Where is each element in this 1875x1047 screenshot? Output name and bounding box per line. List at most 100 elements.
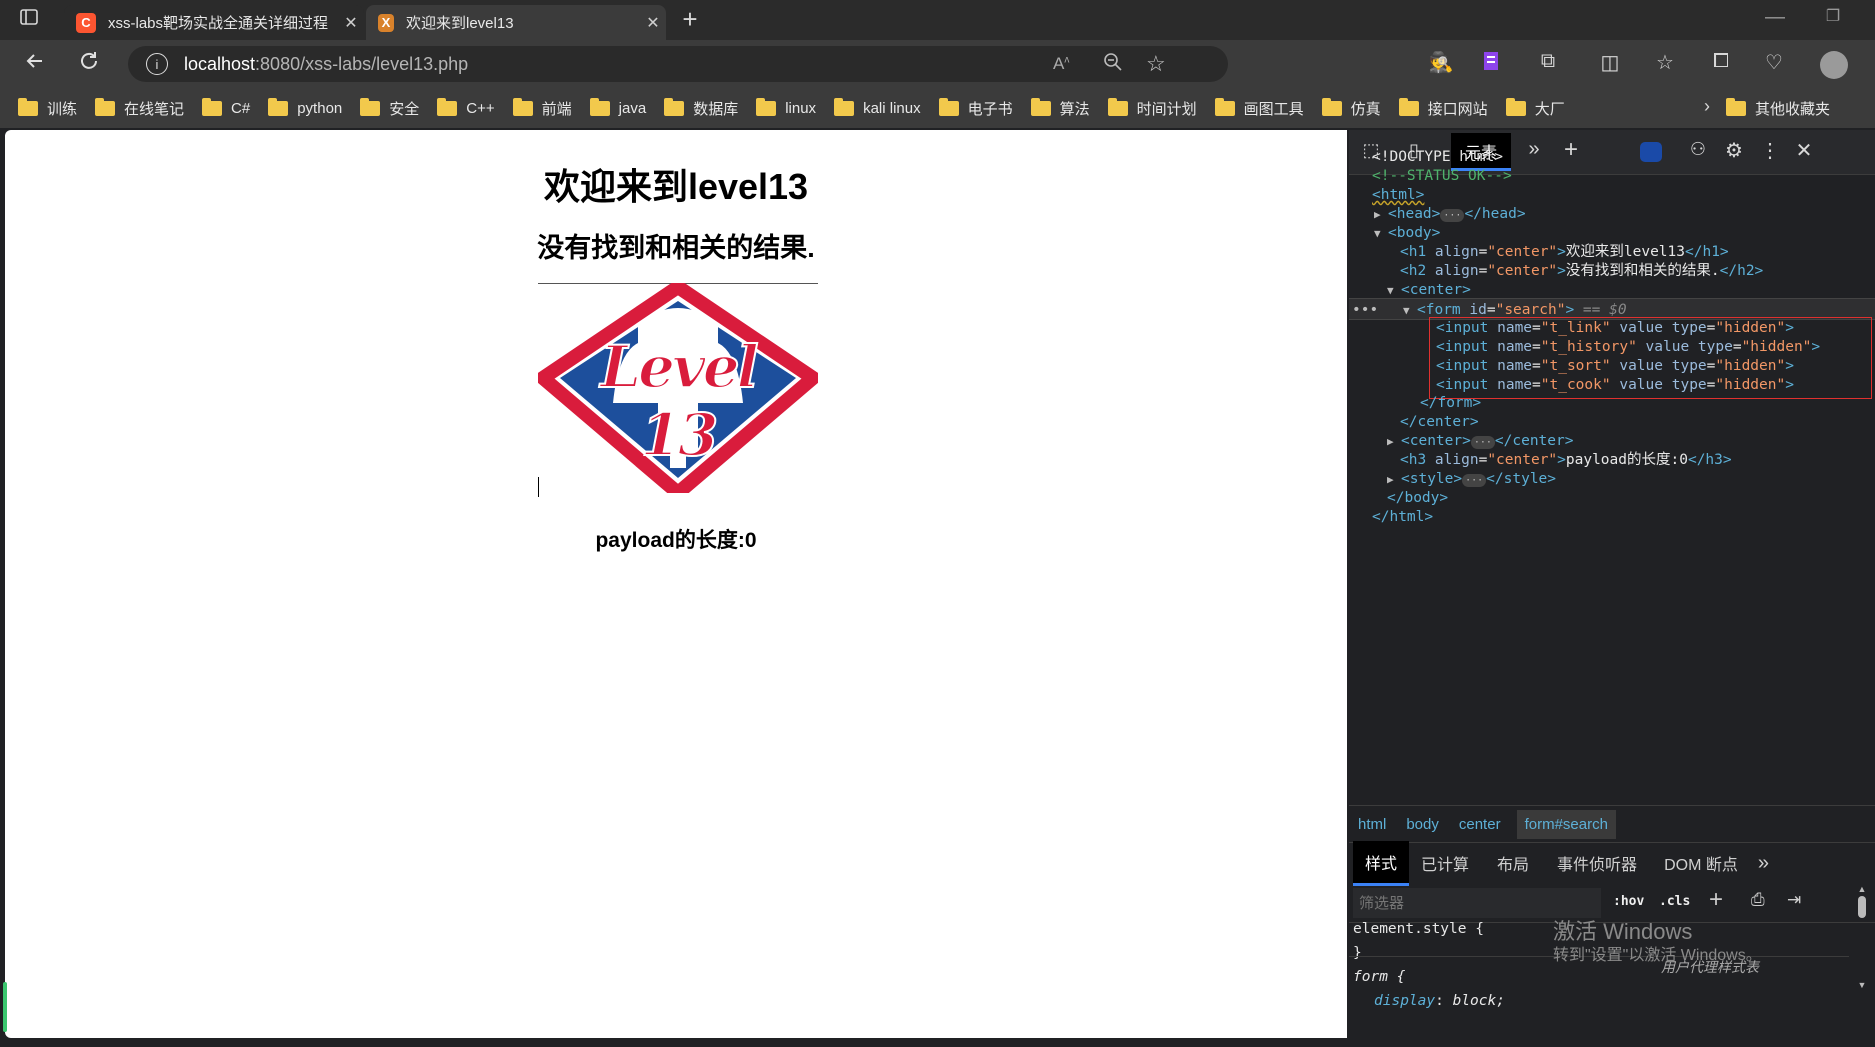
bookmark-folder[interactable]: 前端 [512,97,572,119]
extension-spy-icon[interactable]: 🕵 [1424,50,1458,75]
new-tab-icon[interactable]: + [673,4,707,35]
ellipsis-icon[interactable]: ··· [1462,474,1487,487]
page-heading-h3: payload的长度:0 [595,529,757,552]
styles-tabbar: 样式 已计算 布局 事件侦听器 DOM 断点 » [1349,840,1875,886]
tab-dom-breakpoints[interactable]: DOM 断点 [1664,851,1738,875]
zoom-icon[interactable] [1103,52,1123,77]
folder-icon [268,97,289,116]
tab-computed[interactable]: 已计算 [1421,851,1469,875]
close-tab-icon[interactable]: ✕ [338,13,364,33]
collections-icon[interactable]: ⧠ [1704,50,1738,73]
folder-icon [938,97,959,116]
tab-xss-labs[interactable]: C xss-labs靶场实战全通关详细过程 ✕ [64,5,364,40]
bookmark-folder[interactable]: 训练 [18,97,77,119]
scroll-indicator [3,982,7,1032]
folder-icon [1030,97,1051,116]
cls-toggle[interactable]: .cls [1659,894,1690,909]
page-heading-h1: 欢迎来到level13 [543,166,809,207]
tab-title: 欢迎来到level13 [406,15,514,32]
folder-icon [202,97,223,116]
folder-icon [589,97,610,116]
bookmark-folder[interactable]: 接口网站 [1398,97,1488,119]
text-caret [538,477,539,497]
bookmark-folder[interactable]: 数据库 [664,97,738,119]
bookmark-folder[interactable]: 安全 [360,97,419,119]
minimize-icon[interactable]: — [1758,6,1792,29]
breadcrumb-item[interactable]: body [1406,816,1439,833]
folder-icon [664,97,685,116]
folder-icon [1505,97,1526,116]
devtools-panel: ⬚ ▯ 元素 » + ⚇ ⚙ ⋮ ✕ <!DOCTYPE html> <!--S… [1349,130,1875,1047]
reload-icon[interactable] [72,50,106,78]
style-declaration[interactable]: display: block; [1349,990,1875,1012]
bookmark-folder[interactable]: C++ [437,97,495,117]
bookmark-folder[interactable]: linux [756,97,816,117]
restore-icon[interactable]: ❐ [1816,6,1850,26]
breadcrumb-item[interactable]: form#search [1516,809,1616,839]
performance-heart-icon[interactable]: ♡ [1757,50,1791,75]
new-rule-plus-icon[interactable]: + [1709,886,1723,914]
bookmark-folder[interactable]: 大厂 [1505,97,1565,119]
bookmark-folder[interactable]: kali linux [834,97,921,117]
bookmark-folder[interactable]: 在线笔记 [95,97,184,119]
tab-layout[interactable]: 布局 [1497,851,1529,875]
scroll-thumb[interactable] [1858,896,1866,918]
dom-html-close[interactable]: </html> [1349,506,1875,528]
bookmark-folder[interactable]: 画图工具 [1214,97,1304,119]
page-viewport: 欢迎来到level13 没有找到和相关的结果. Level 13 payload… [5,130,1347,1038]
tab-styles[interactable]: 样式 [1353,840,1410,886]
folder-icon [95,97,116,116]
highlight-box [1429,317,1872,399]
folder-icon [437,97,458,116]
breadcrumb-item[interactable]: html [1358,816,1386,833]
bookmarks-more-chevron-icon[interactable]: › [1690,96,1724,117]
ellipsis-icon[interactable]: ··· [1470,436,1495,449]
bookmark-other-folder[interactable]: 其他收藏夹 [1726,98,1830,119]
breadcrumb: html body center form#search [1349,805,1875,843]
csdn-favicon-icon: C [76,12,96,33]
address-bar[interactable]: i localhost:8080/xss-labs/level13.php Aʌ… [128,46,1228,82]
tab-actions-icon[interactable] [12,7,46,33]
folder-icon [1214,97,1235,116]
bookmarks-bar: 训练 在线笔记 C# python 安全 C++ 前端 java 数据库 lin… [0,88,1875,128]
scroll-down-arrow-icon[interactable]: ▼ [1855,980,1869,990]
folder-icon [1321,97,1342,116]
close-tab-icon[interactable]: ✕ [640,13,666,33]
xss-favicon-icon: X [378,13,394,32]
site-info-icon[interactable]: i [146,53,168,75]
style-rule-selector[interactable]: form { [1349,966,1875,988]
read-aloud-icon[interactable]: Aʌ [1053,54,1069,74]
logo-text: Level 13 [599,332,759,470]
hov-toggle[interactable]: :hov [1613,894,1644,909]
back-icon[interactable] [18,50,52,78]
profile-avatar[interactable] [1820,51,1848,79]
split-screen-icon[interactable]: ◫ [1593,50,1627,75]
bookmark-folder[interactable]: 仿真 [1321,97,1381,119]
toggle-sidebar-icon[interactable]: ⇥ [1787,890,1801,910]
tab-level13[interactable]: X 欢迎来到level13 ✕ [366,5,666,40]
bookmark-folder[interactable]: java [589,97,646,117]
bookmark-folder[interactable]: 时间计划 [1107,97,1197,119]
bookmark-folder[interactable]: python [268,97,342,117]
scroll-up-arrow-icon[interactable]: ▲ [1855,884,1869,894]
folder-icon [1726,98,1746,116]
folder-icon [1398,97,1419,116]
styles-scrollbar[interactable]: ▲ ▼ [1855,884,1869,994]
tab-title: xss-labs靶场实战全通关详细过程 [108,15,329,32]
extensions-puzzle-icon[interactable]: ⧉ [1531,50,1565,73]
bookmark-folder[interactable]: 算法 [1030,97,1090,119]
folder-icon [512,97,533,116]
more-tabs-chevron-icon[interactable]: » [1758,852,1769,875]
favorites-icon[interactable]: ☆ [1648,50,1682,75]
folder-icon [18,97,38,116]
bookmark-folder[interactable]: C# [202,97,250,117]
extension-purple-icon[interactable] [1474,50,1508,78]
bookmark-folder[interactable]: 电子书 [938,97,1013,119]
folder-icon [360,97,381,116]
favorite-star-icon[interactable]: ☆ [1146,51,1166,77]
paint-brush-icon[interactable]: ⎙ [1751,890,1765,910]
ellipsis-icon[interactable]: ··· [1440,209,1465,222]
tab-event-listeners[interactable]: 事件侦听器 [1557,851,1637,875]
breadcrumb-item[interactable]: center [1459,816,1501,833]
level13-logo: Level 13 [531,278,825,503]
